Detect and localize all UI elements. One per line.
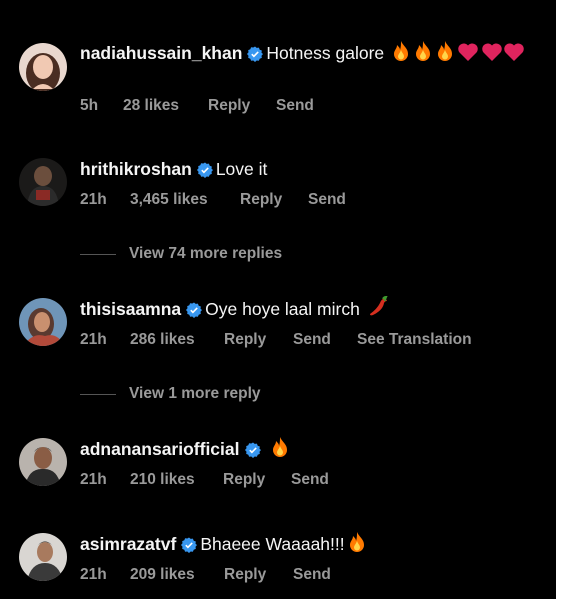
likes-count[interactable]: 209 likes	[130, 566, 195, 584]
send-button[interactable]: Send	[308, 191, 346, 209]
divider-line	[80, 394, 116, 395]
send-button[interactable]: Send	[293, 331, 331, 349]
view-more-replies-label: View 74 more replies	[129, 245, 283, 262]
comment-time: 21h	[80, 191, 107, 208]
comment-text: asimrazatvf Bhaeee Waaaah!!!	[80, 531, 542, 560]
comment-text: thisisaamna Oye hoye laal mirch	[80, 295, 542, 325]
reply-button[interactable]: Reply	[208, 97, 250, 115]
verified-badge-icon	[181, 534, 198, 560]
comment-text: nadiahussain_khan Hotness galore	[80, 40, 542, 69]
verified-badge-icon	[244, 439, 261, 465]
likes-count[interactable]: 28 likes	[123, 97, 179, 115]
comment-time: 21h	[80, 471, 107, 488]
likes-count[interactable]: 3,465 likes	[130, 191, 208, 209]
verified-badge-icon	[247, 43, 264, 69]
comment-username[interactable]: thisisaamna	[80, 299, 181, 319]
avatar[interactable]	[19, 158, 67, 206]
avatar[interactable]	[19, 298, 67, 346]
comment-time: 21h	[80, 566, 107, 583]
chili-pepper-emoji-icon	[367, 295, 389, 325]
comment-body: Bhaeee Waaaah!!!	[200, 534, 345, 554]
verified-badge-icon	[196, 159, 213, 185]
comment-body: Oye hoye laal mirch	[205, 299, 360, 319]
view-more-replies-label: View 1 more reply	[129, 385, 261, 402]
heart-emoji-icon	[503, 42, 525, 69]
comment-username[interactable]: asimrazatvf	[80, 534, 176, 554]
comment-text: hrithikroshan Love it	[80, 156, 542, 185]
see-translation-button[interactable]: See Translation	[357, 331, 472, 349]
divider-line	[80, 254, 116, 255]
comment-body: Hotness galore	[266, 43, 385, 63]
likes-count[interactable]: 286 likes	[130, 331, 195, 349]
comment-username[interactable]: adnanansariofficial	[80, 439, 240, 459]
send-button[interactable]: Send	[276, 97, 314, 115]
send-button[interactable]: Send	[293, 566, 331, 584]
reply-button[interactable]: Reply	[224, 566, 266, 584]
avatar[interactable]	[19, 43, 67, 91]
reply-button[interactable]: Reply	[223, 471, 265, 489]
avatar[interactable]	[19, 438, 67, 486]
fire-emoji-icon	[413, 40, 433, 69]
avatar[interactable]	[19, 533, 67, 581]
comment-time: 5h	[80, 97, 99, 114]
fire-emoji-icon	[270, 436, 290, 465]
reply-button[interactable]: Reply	[224, 331, 266, 349]
comment-time: 21h	[80, 331, 107, 348]
send-button[interactable]: Send	[291, 471, 329, 489]
verified-badge-icon	[186, 299, 203, 325]
comment-body: Love it	[215, 159, 268, 179]
heart-emoji-icon	[457, 42, 479, 69]
reply-button[interactable]: Reply	[240, 191, 282, 209]
fire-emoji-icon	[435, 40, 455, 69]
comment-username[interactable]: hrithikroshan	[80, 159, 192, 179]
comment-username[interactable]: nadiahussain_khan	[80, 43, 242, 63]
fire-emoji-icon	[347, 531, 367, 560]
comment-text: adnanansariofficial	[80, 436, 542, 465]
fire-emoji-icon	[391, 40, 411, 69]
heart-emoji-icon	[481, 42, 503, 69]
likes-count[interactable]: 210 likes	[130, 471, 195, 489]
comments-panel: nadiahussain_khan Hotness galore 5h 28 li…	[0, 0, 556, 599]
